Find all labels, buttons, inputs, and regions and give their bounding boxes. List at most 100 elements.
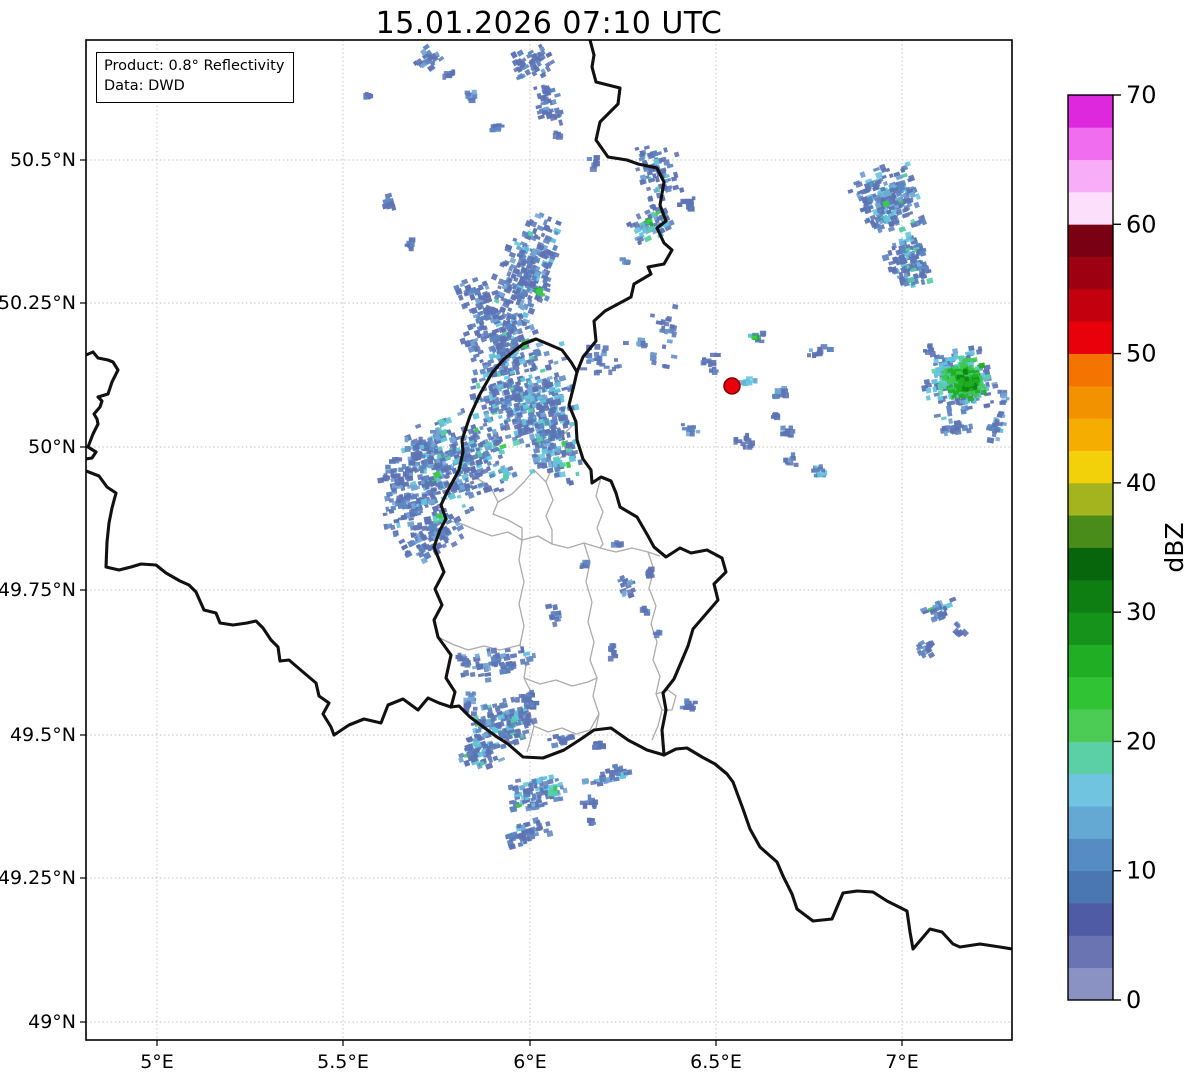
radar-cell xyxy=(751,335,758,340)
x-tick-label: 5°E xyxy=(140,1051,174,1073)
radar-cell xyxy=(529,702,534,707)
radar-cell xyxy=(661,344,667,350)
radar-cell xyxy=(925,387,932,394)
colorbar-segment xyxy=(1068,515,1113,548)
colorbar-segment xyxy=(1068,127,1113,161)
radar-cell xyxy=(394,473,400,479)
radar-echo-cluster xyxy=(751,334,760,341)
radar-cell xyxy=(646,573,652,579)
radar-cell xyxy=(503,474,508,480)
radar-cell xyxy=(547,410,555,418)
colorbar-segment xyxy=(1068,95,1113,128)
radar-cell xyxy=(421,493,428,499)
radar-cell xyxy=(937,384,944,391)
radar-cell xyxy=(404,436,409,443)
radar-cell xyxy=(818,464,823,469)
radar-cell xyxy=(410,241,415,247)
colorbar-segment xyxy=(1068,385,1113,419)
radar-cell xyxy=(473,706,478,711)
y-tick-label: 50.25°N xyxy=(0,292,76,314)
radar-cell xyxy=(540,457,547,464)
y-tick-label: 49.5°N xyxy=(10,724,76,746)
colorbar-segment xyxy=(1068,806,1113,839)
radar-cell xyxy=(419,444,425,450)
radar-cell xyxy=(590,818,595,822)
radar-cell xyxy=(503,472,511,476)
colorbar-segment xyxy=(1068,870,1113,904)
radar-cell xyxy=(752,378,757,383)
colorbar-segment xyxy=(1068,159,1113,193)
radar-cell xyxy=(394,478,401,485)
radar-cell xyxy=(772,393,779,400)
radar-cell xyxy=(471,711,477,717)
radar-cell xyxy=(386,523,393,529)
radar-cell xyxy=(952,348,959,355)
radar-cell xyxy=(783,431,790,435)
radar-cell xyxy=(457,652,462,657)
colorbar-tick-label: 0 xyxy=(1126,986,1141,1014)
radar-cell xyxy=(783,457,788,463)
radar-cell xyxy=(593,155,600,161)
radar-cell xyxy=(994,418,1000,426)
radar-cell xyxy=(680,423,685,427)
radar-cell xyxy=(683,706,690,710)
radar-cell xyxy=(712,366,717,370)
radar-cell xyxy=(474,653,481,659)
y-tick-label: 50°N xyxy=(28,436,76,458)
x-tick-label: 7°E xyxy=(885,1051,919,1073)
radar-cell xyxy=(471,691,476,695)
radar-cell xyxy=(962,368,968,374)
figure-title: 15.01.2026 07:10 UTC xyxy=(375,6,723,41)
radar-cell xyxy=(781,388,789,394)
radar-cell xyxy=(433,448,438,454)
radar-cell xyxy=(559,785,564,790)
radar-cell xyxy=(410,441,416,446)
radar-cell xyxy=(967,395,975,402)
radar-cell xyxy=(404,446,411,452)
radar-cell xyxy=(412,445,420,452)
radar-cell xyxy=(941,374,948,381)
radar-cell xyxy=(412,466,417,472)
radar-cell xyxy=(945,425,951,430)
radar-cell xyxy=(581,778,589,785)
radar-cell xyxy=(420,498,428,506)
radar-cell xyxy=(780,393,786,398)
colorbar-segment xyxy=(1068,191,1113,225)
radar-cell xyxy=(826,346,834,352)
radar-cell xyxy=(593,351,600,357)
radar-cell xyxy=(599,776,607,783)
colorbar-tick-label: 30 xyxy=(1126,598,1157,626)
radar-cell xyxy=(714,369,719,373)
radar-cell xyxy=(398,467,404,472)
radar-cell xyxy=(493,123,498,127)
colorbar-segment xyxy=(1068,450,1113,484)
radar-cell xyxy=(978,362,986,369)
radar-cell xyxy=(969,387,974,392)
radar-cell xyxy=(964,376,969,382)
radar-cell xyxy=(418,436,423,442)
radar-cell xyxy=(623,341,629,345)
radar-cell xyxy=(385,464,391,470)
radar-cell xyxy=(925,395,931,401)
radar-cell xyxy=(411,494,417,500)
colorbar-segment xyxy=(1068,288,1113,322)
radar-cell xyxy=(820,344,828,350)
radar-cell xyxy=(709,352,717,357)
radar-cell xyxy=(614,358,618,362)
radar-cell xyxy=(465,702,472,707)
radar-cell xyxy=(490,647,498,654)
radar-cell xyxy=(553,785,558,791)
radar-cell xyxy=(614,540,619,546)
radar-cell xyxy=(972,374,978,378)
radar-cell xyxy=(569,734,576,741)
radar-cell xyxy=(409,460,416,466)
radar-cell xyxy=(1000,392,1008,398)
radar-cell xyxy=(666,315,673,323)
radar-cell xyxy=(687,201,694,208)
radar-cell xyxy=(691,427,696,432)
radar-cell xyxy=(531,692,535,698)
radar-cell xyxy=(409,472,414,476)
radar-cell xyxy=(400,480,404,486)
radar-cell xyxy=(586,359,592,364)
radar-cell xyxy=(402,471,407,477)
